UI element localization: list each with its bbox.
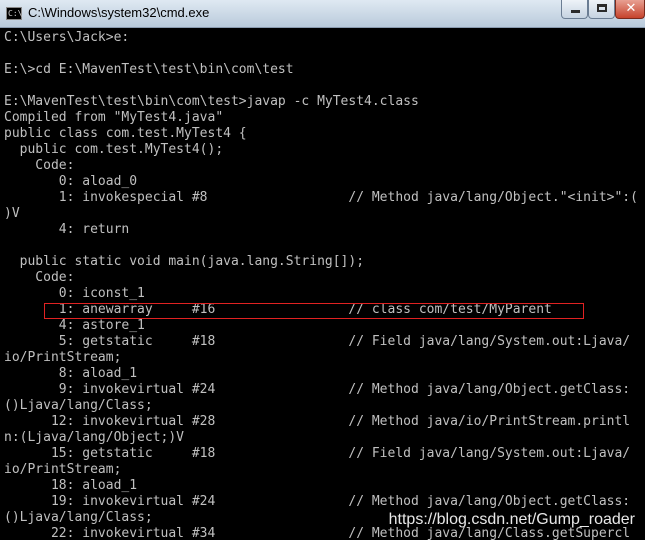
minimize-button[interactable] <box>561 0 588 19</box>
cmd-app-icon[interactable]: C:\ <box>6 7 22 20</box>
console-output[interactable]: C:\Users\Jack>e: E:\>cd E:\MavenTest\test… <box>0 28 645 540</box>
console-line: Compiled from "MyTest4.java" <box>4 110 224 125</box>
console-line: 0: iconst_1 <box>4 286 145 301</box>
console-line: E:\MavenTest\test\bin\com\test>javap -c … <box>4 94 419 109</box>
console-line: ()Ljava/lang/Class; <box>4 398 153 413</box>
window-title: C:\Windows\system32\cmd.exe <box>28 5 210 20</box>
console-line: public class com.test.MyTest4 { <box>4 126 247 141</box>
title-bar[interactable]: C:\ C:\Windows\system32\cmd.exe ✕ <box>0 0 645 28</box>
console-line: 1: anewarray #16 // class com/test/MyPar… <box>4 302 552 317</box>
console-line: 9: invokevirtual #24 // Method java/lang… <box>4 382 631 397</box>
cmd-window: C:\ C:\Windows\system32\cmd.exe ✕ C:\Use… <box>0 0 645 540</box>
console-line: 1: invokespecial #8 // Method java/lang/… <box>4 190 638 205</box>
console-line: io/PrintStream; <box>4 350 122 365</box>
console-line: 0: aload_0 <box>4 174 138 189</box>
console-line: 12: invokevirtual #28 // Method java/io/… <box>4 414 631 429</box>
console-line: Code: <box>4 270 75 285</box>
minimize-icon <box>571 10 580 13</box>
console-line: Code: <box>4 158 75 173</box>
close-button[interactable]: ✕ <box>615 0 645 19</box>
console-line: io/PrintStream; <box>4 462 122 477</box>
console-line: n:(Ljava/lang/Object;)V <box>4 430 185 445</box>
maximize-button[interactable] <box>588 0 615 19</box>
console-line: 15: getstatic #18 // Field java/lang/Sys… <box>4 446 631 461</box>
console-line: 19: invokevirtual #24 // Method java/lan… <box>4 494 631 509</box>
console-line: C:\Users\Jack>e: <box>4 30 130 45</box>
maximize-icon <box>597 4 607 12</box>
console-line: 8: aload_1 <box>4 366 138 381</box>
console-line: 4: astore_1 <box>4 318 145 333</box>
console-line: 5: getstatic #18 // Field java/lang/Syst… <box>4 334 631 349</box>
console-line: E:\>cd E:\MavenTest\test\bin\com\test <box>4 62 294 77</box>
watermark: https://blog.csdn.net/Gump_roader <box>388 511 635 528</box>
console-line: )V <box>4 206 20 221</box>
console-line: 18: aload_1 <box>4 478 138 493</box>
close-icon: ✕ <box>625 1 637 16</box>
console-line: public static void main(java.lang.String… <box>4 254 365 269</box>
console-line: public com.test.MyTest4(); <box>4 142 224 157</box>
console-line: 4: return <box>4 222 130 237</box>
